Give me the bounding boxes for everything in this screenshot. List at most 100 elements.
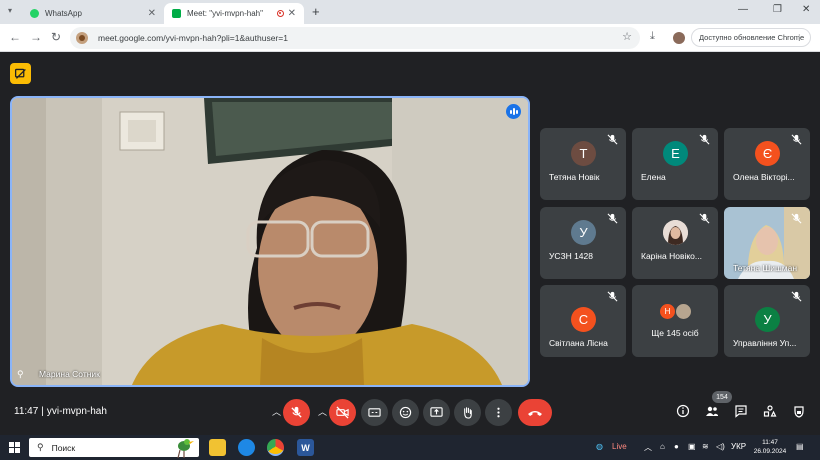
host-controls-lock-icon[interactable] — [792, 404, 806, 418]
reactions-button[interactable] — [392, 399, 419, 426]
omnibox[interactable]: meet.google.com/yvi-mvpn-hah?pli=1&authu… — [70, 27, 640, 49]
weather-live-label[interactable]: Live — [612, 442, 627, 451]
call-controls-bar: 11:47 | yvi-mvpn-hah ︿ ︿ 154 — [0, 391, 820, 431]
participant-tile[interactable]: С Світлана Лісна — [540, 285, 626, 357]
meeting-details-icon[interactable] — [676, 404, 690, 418]
volume-icon[interactable]: ◁) — [716, 442, 725, 451]
tab-meet[interactable]: Meet: "yvi-mvpn-hah" ✕ — [164, 3, 304, 24]
leave-call-button[interactable] — [518, 399, 552, 426]
participant-avatar: Є — [755, 141, 780, 166]
microphone-tray-icon[interactable]: ● — [674, 442, 679, 451]
chrome-update-button[interactable]: Доступно обновление Chrome ⋮ — [691, 28, 811, 47]
participant-tile[interactable]: У Управління Уп... — [724, 285, 810, 357]
people-count-badge: 154 — [712, 391, 732, 403]
participant-tile[interactable]: У УСЗН 1428 — [540, 207, 626, 279]
taskbar-clock[interactable]: 11:47 26.09.2024 — [752, 438, 788, 456]
close-window-button[interactable]: ✕ — [802, 4, 810, 15]
mic-off-icon — [699, 134, 710, 145]
tray-overflow-icon[interactable]: ︿ — [644, 442, 652, 453]
avatar-initial: Н — [660, 304, 675, 319]
participant-avatar: У — [755, 307, 780, 332]
address-bar: ← → ↻ meet.google.com/yvi-mvpn-hah?pli=1… — [0, 24, 820, 52]
forward-button[interactable]: → — [30, 30, 42, 44]
hand-icon — [464, 407, 472, 419]
site-info-icon[interactable] — [76, 32, 88, 44]
raise-hand-button[interactable] — [454, 399, 481, 426]
participant-name: УСЗН 1428 — [549, 251, 593, 261]
notifications-icon[interactable]: ▤ — [796, 442, 804, 451]
restore-button[interactable]: ❐ — [773, 4, 782, 15]
minimize-button[interactable]: — — [738, 4, 748, 15]
mic-off-icon — [607, 213, 618, 224]
search-highlight-bird-icon — [177, 439, 194, 458]
participant-avatar: У — [571, 220, 596, 245]
avatar-initial: У — [579, 225, 588, 240]
meet-icon — [172, 9, 181, 18]
windows-start-icon[interactable] — [9, 442, 20, 453]
tab-search-icon[interactable]: ▾ — [8, 6, 12, 15]
mic-off-icon — [699, 213, 710, 224]
host-controls-button[interactable] — [10, 63, 31, 84]
chat-icon[interactable] — [734, 404, 748, 418]
network-icon[interactable]: ⌂ — [660, 442, 665, 451]
participant-name: Каріна Новіко... — [641, 251, 702, 261]
tab-whatsapp[interactable]: WhatsApp ✕ — [22, 3, 164, 24]
main-speaker-video[interactable]: ⚲ Марина Сотник — [10, 96, 530, 387]
camera-off-icon — [336, 406, 349, 419]
participant-tile[interactable]: Тетяна Шишман — [724, 207, 810, 279]
participant-name: Світлана Лісна — [549, 338, 608, 348]
main-speaker-name: Марина Сотник — [39, 369, 100, 379]
meeting-code: yvi-mvpn-hah — [46, 406, 107, 417]
menu-dots-icon: ⋮ — [795, 33, 804, 42]
captions-icon — [368, 408, 381, 417]
present-screen-button[interactable] — [423, 399, 450, 426]
reload-button[interactable]: ↻ — [51, 30, 61, 44]
participant-tile[interactable]: Е Елена — [632, 128, 718, 200]
captions-button[interactable] — [361, 399, 388, 426]
close-tab-icon[interactable]: ✕ — [148, 8, 156, 19]
participant-mini-avatar — [676, 304, 691, 319]
clock-time: 11:47 — [762, 439, 778, 446]
back-button[interactable]: ← — [9, 30, 21, 44]
url-text[interactable]: meet.google.com/yvi-mvpn-hah?pli=1&authu… — [98, 33, 288, 43]
chrome-taskbar-icon[interactable] — [267, 439, 284, 456]
pin-icon[interactable]: ⚲ — [17, 369, 24, 380]
mic-off-icon — [607, 134, 618, 145]
browser-tab-strip: ▾ WhatsApp ✕ Meet: "yvi-mvpn-hah" ✕ + — … — [0, 0, 820, 24]
close-tab-icon[interactable]: ✕ — [288, 8, 296, 19]
camera-tray-icon[interactable]: ▣ — [688, 442, 696, 451]
wifi-icon[interactable]: ≋ — [702, 442, 709, 451]
search-icon: ⚲ — [37, 442, 44, 452]
participant-name: Тетяна Новік — [549, 172, 600, 182]
more-options-button[interactable] — [485, 399, 512, 426]
participant-tile[interactable]: Т Тетяна Новік — [540, 128, 626, 200]
participant-tile[interactable]: Є Олена Вікторі... — [724, 128, 810, 200]
weather-icon[interactable]: ◍ — [596, 442, 603, 451]
mic-off-icon — [291, 406, 302, 418]
recording-icon — [277, 10, 284, 17]
edge-browser-icon[interactable] — [238, 439, 255, 456]
download-icon[interactable]: ⤓ — [650, 30, 655, 43]
tab-title: Meet: "yvi-mvpn-hah" — [187, 9, 263, 18]
profile-avatar[interactable] — [673, 32, 685, 44]
video-options-chevron-icon[interactable]: ︿ — [318, 405, 327, 418]
microphone-toggle-button[interactable] — [283, 399, 310, 426]
file-explorer-icon[interactable] — [209, 439, 226, 456]
people-icon[interactable] — [705, 404, 719, 418]
phone-hangup-icon — [528, 410, 542, 416]
more-participants-tile[interactable]: Н Ще 145 осіб — [632, 285, 718, 357]
camera-toggle-button[interactable] — [329, 399, 356, 426]
language-indicator[interactable]: УКР — [731, 442, 746, 451]
bookmark-star-icon[interactable]: ☆ — [622, 30, 632, 43]
update-label: Доступно обновление Chrome — [699, 33, 805, 42]
audio-options-chevron-icon[interactable]: ︿ — [272, 405, 281, 418]
participant-tile[interactable]: Каріна Новіко... — [632, 207, 718, 279]
activities-icon[interactable] — [763, 404, 777, 418]
mic-off-icon — [791, 213, 802, 224]
mic-off-icon — [791, 291, 802, 302]
word-icon[interactable]: W — [297, 439, 314, 456]
new-tab-button[interactable]: + — [312, 4, 320, 19]
avatar-initial: С — [571, 307, 596, 332]
participant-name: Елена — [641, 172, 666, 182]
avatar-initial: Т — [579, 146, 588, 161]
